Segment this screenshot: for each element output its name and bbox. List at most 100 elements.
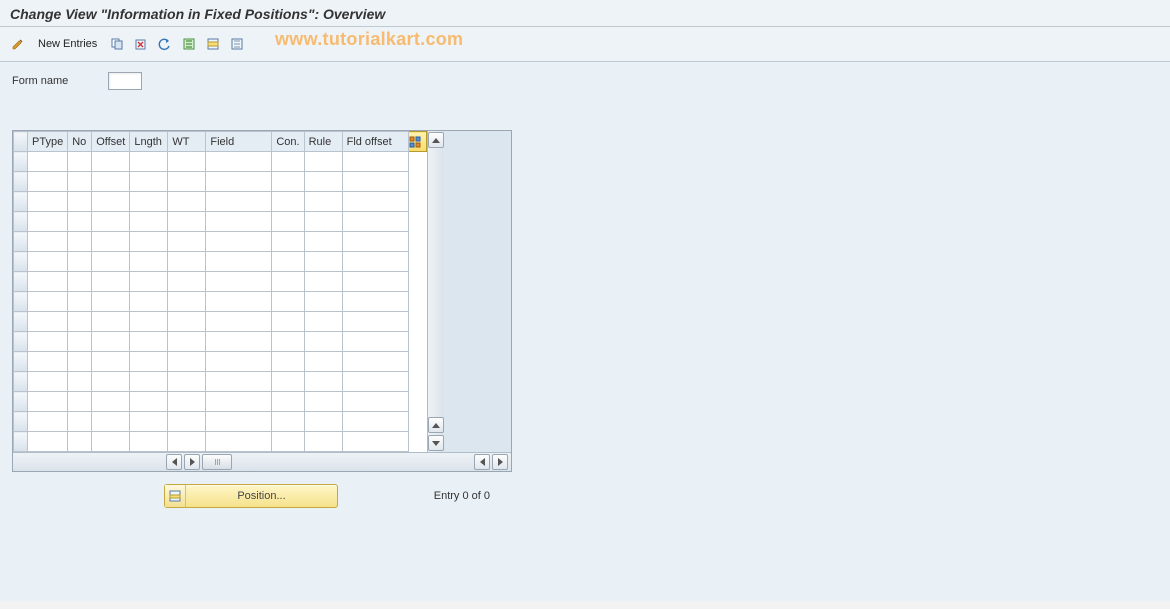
row-selector[interactable] xyxy=(14,232,28,252)
data-grid[interactable]: PTypeNoOffsetLngthWTFieldCon.RuleFld off… xyxy=(13,131,427,452)
grid-cell[interactable] xyxy=(130,272,168,292)
grid-cell[interactable] xyxy=(68,232,92,252)
grid-cell[interactable] xyxy=(342,252,408,272)
grid-cell[interactable] xyxy=(168,392,206,412)
delete-icon[interactable] xyxy=(131,34,151,54)
column-header[interactable]: PType xyxy=(28,132,68,152)
grid-cell[interactable] xyxy=(206,272,272,292)
row-selector[interactable] xyxy=(14,352,28,372)
grid-cell[interactable] xyxy=(342,192,408,212)
grid-cell[interactable] xyxy=(28,252,68,272)
grid-cell[interactable] xyxy=(272,272,304,292)
form-name-input[interactable] xyxy=(108,72,142,90)
grid-cell[interactable] xyxy=(68,192,92,212)
grid-cell[interactable] xyxy=(28,292,68,312)
grid-cell[interactable] xyxy=(304,152,342,172)
grid-cell[interactable] xyxy=(206,252,272,272)
grid-cell[interactable] xyxy=(206,192,272,212)
grid-cell[interactable] xyxy=(304,312,342,332)
grid-cell[interactable] xyxy=(272,372,304,392)
column-header[interactable]: Lngth xyxy=(130,132,168,152)
grid-cell[interactable] xyxy=(92,432,130,452)
grid-cell[interactable] xyxy=(68,392,92,412)
grid-cell[interactable] xyxy=(130,312,168,332)
grid-cell[interactable] xyxy=(206,232,272,252)
grid-cell[interactable] xyxy=(68,172,92,192)
grid-cell[interactable] xyxy=(130,172,168,192)
grid-cell[interactable] xyxy=(28,312,68,332)
grid-cell[interactable] xyxy=(130,292,168,312)
grid-cell[interactable] xyxy=(304,192,342,212)
scroll-down-button[interactable] xyxy=(428,417,444,433)
grid-cell[interactable] xyxy=(272,292,304,312)
scroll-thumb[interactable] xyxy=(202,454,232,470)
grid-cell[interactable] xyxy=(168,372,206,392)
grid-cell[interactable] xyxy=(68,312,92,332)
column-header[interactable]: Fld offset xyxy=(342,132,408,152)
horizontal-scrollbar[interactable] xyxy=(13,452,511,471)
grid-cell[interactable] xyxy=(92,312,130,332)
grid-cell[interactable] xyxy=(130,232,168,252)
grid-cell[interactable] xyxy=(168,212,206,232)
grid-cell[interactable] xyxy=(272,312,304,332)
grid-cell[interactable] xyxy=(304,372,342,392)
grid-cell[interactable] xyxy=(28,172,68,192)
grid-cell[interactable] xyxy=(342,232,408,252)
new-entries-button[interactable]: New Entries xyxy=(32,36,103,52)
grid-cell[interactable] xyxy=(304,412,342,432)
grid-cell[interactable] xyxy=(206,172,272,192)
grid-cell[interactable] xyxy=(92,292,130,312)
grid-cell[interactable] xyxy=(92,172,130,192)
grid-cell[interactable] xyxy=(342,432,408,452)
grid-cell[interactable] xyxy=(92,272,130,292)
grid-cell[interactable] xyxy=(28,372,68,392)
grid-cell[interactable] xyxy=(168,292,206,312)
grid-cell[interactable] xyxy=(130,212,168,232)
grid-cell[interactable] xyxy=(272,212,304,232)
grid-cell[interactable] xyxy=(130,432,168,452)
grid-cell[interactable] xyxy=(130,252,168,272)
grid-cell[interactable] xyxy=(68,272,92,292)
grid-cell[interactable] xyxy=(28,432,68,452)
grid-cell[interactable] xyxy=(92,352,130,372)
grid-cell[interactable] xyxy=(272,412,304,432)
grid-cell[interactable] xyxy=(68,252,92,272)
column-header[interactable]: No xyxy=(68,132,92,152)
column-header[interactable]: Field xyxy=(206,132,272,152)
grid-cell[interactable] xyxy=(68,332,92,352)
grid-cell[interactable] xyxy=(168,272,206,292)
table-settings-icon[interactable] xyxy=(408,132,426,152)
grid-cell[interactable] xyxy=(206,412,272,432)
grid-cell[interactable] xyxy=(272,252,304,272)
row-selector[interactable] xyxy=(14,152,28,172)
row-selector[interactable] xyxy=(14,312,28,332)
grid-cell[interactable] xyxy=(130,152,168,172)
grid-cell[interactable] xyxy=(304,272,342,292)
grid-cell[interactable] xyxy=(168,232,206,252)
grid-cell[interactable] xyxy=(304,212,342,232)
scroll-left-end-button[interactable] xyxy=(474,454,490,470)
grid-cell[interactable] xyxy=(68,412,92,432)
grid-cell[interactable] xyxy=(130,352,168,372)
row-selector[interactable] xyxy=(14,392,28,412)
grid-cell[interactable] xyxy=(342,152,408,172)
column-header[interactable]: Rule xyxy=(304,132,342,152)
row-selector[interactable] xyxy=(14,192,28,212)
scroll-down-button-2[interactable] xyxy=(428,435,444,451)
grid-cell[interactable] xyxy=(168,172,206,192)
grid-cell[interactable] xyxy=(92,152,130,172)
scroll-up-button[interactable] xyxy=(428,132,444,148)
grid-cell[interactable] xyxy=(272,352,304,372)
grid-cell[interactable] xyxy=(28,412,68,432)
grid-cell[interactable] xyxy=(206,292,272,312)
grid-cell[interactable] xyxy=(272,392,304,412)
grid-cell[interactable] xyxy=(272,192,304,212)
grid-cell[interactable] xyxy=(68,292,92,312)
grid-cell[interactable] xyxy=(92,192,130,212)
grid-cell[interactable] xyxy=(28,192,68,212)
grid-cell[interactable] xyxy=(68,152,92,172)
grid-cell[interactable] xyxy=(92,412,130,432)
grid-cell[interactable] xyxy=(206,332,272,352)
grid-cell[interactable] xyxy=(168,412,206,432)
grid-cell[interactable] xyxy=(68,432,92,452)
